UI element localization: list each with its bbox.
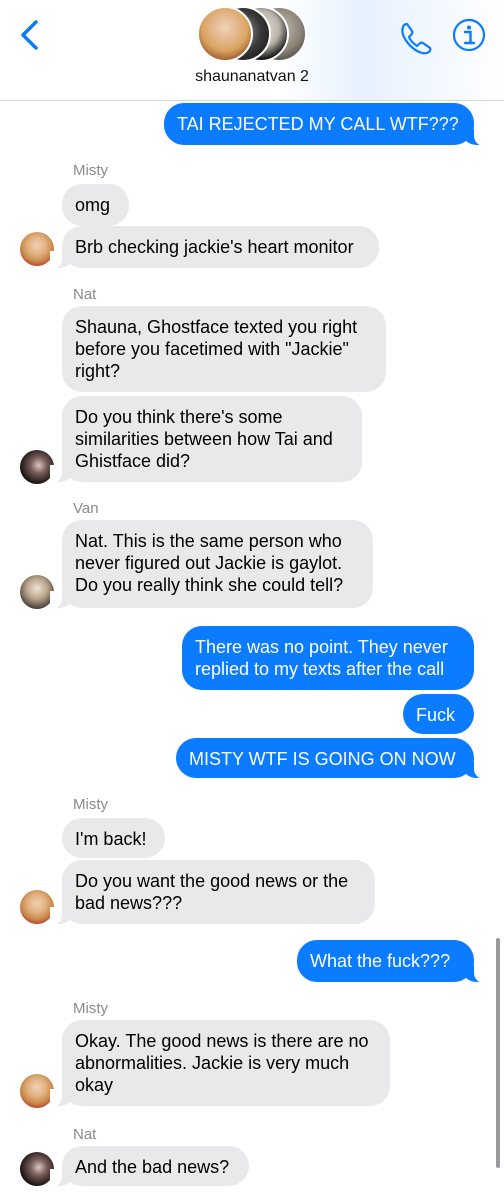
avatar[interactable]	[20, 1074, 54, 1108]
incoming-message[interactable]: And the bad news?	[50, 1146, 249, 1187]
outgoing-message[interactable]: TAI REJECTED MY CALL WTF???	[164, 103, 486, 146]
incoming-message[interactable]: Brb checking jackie's heart monitor	[50, 226, 379, 269]
incoming-message[interactable]: Shauna, Ghostface texted you right befor…	[62, 306, 386, 392]
sender-name: Misty	[73, 1000, 108, 1017]
sender-name: Nat	[73, 286, 97, 303]
avatar[interactable]	[20, 890, 54, 924]
group-avatar[interactable]	[197, 6, 309, 64]
avatar[interactable]	[20, 1152, 54, 1186]
scrollbar[interactable]	[496, 938, 500, 1168]
outgoing-message[interactable]: There was no point. They never replied t…	[182, 626, 474, 690]
incoming-message[interactable]: Nat. This is the same person who never f…	[50, 520, 373, 609]
group-name[interactable]: shaunanatvan 2	[0, 68, 504, 86]
incoming-message[interactable]: Do you want the good news or the bad new…	[50, 860, 375, 925]
avatar[interactable]	[20, 450, 54, 484]
chevron-left-icon[interactable]	[14, 18, 48, 52]
sender-name: Misty	[73, 796, 108, 813]
outgoing-message[interactable]: Fuck	[403, 694, 474, 734]
incoming-message[interactable]: I'm back!	[62, 818, 165, 858]
sender-name: Van	[73, 500, 99, 517]
avatar[interactable]	[20, 575, 54, 609]
incoming-message[interactable]: omg	[62, 184, 129, 226]
phone-icon[interactable]	[398, 20, 434, 56]
incoming-message[interactable]: Okay. The good news is there are no abno…	[50, 1020, 390, 1107]
sender-name: Misty	[73, 162, 108, 179]
outgoing-message[interactable]: What the fuck???	[297, 940, 486, 983]
outgoing-message[interactable]: MISTY WTF IS GOING ON NOW	[176, 738, 486, 779]
conversation-header: shaunanatvan 2	[0, 0, 504, 101]
info-icon[interactable]	[452, 18, 486, 52]
avatar	[197, 6, 253, 62]
avatar[interactable]	[20, 232, 54, 266]
sender-name: Nat	[73, 1126, 97, 1143]
incoming-message[interactable]: Do you think there's some similarities b…	[50, 396, 362, 483]
